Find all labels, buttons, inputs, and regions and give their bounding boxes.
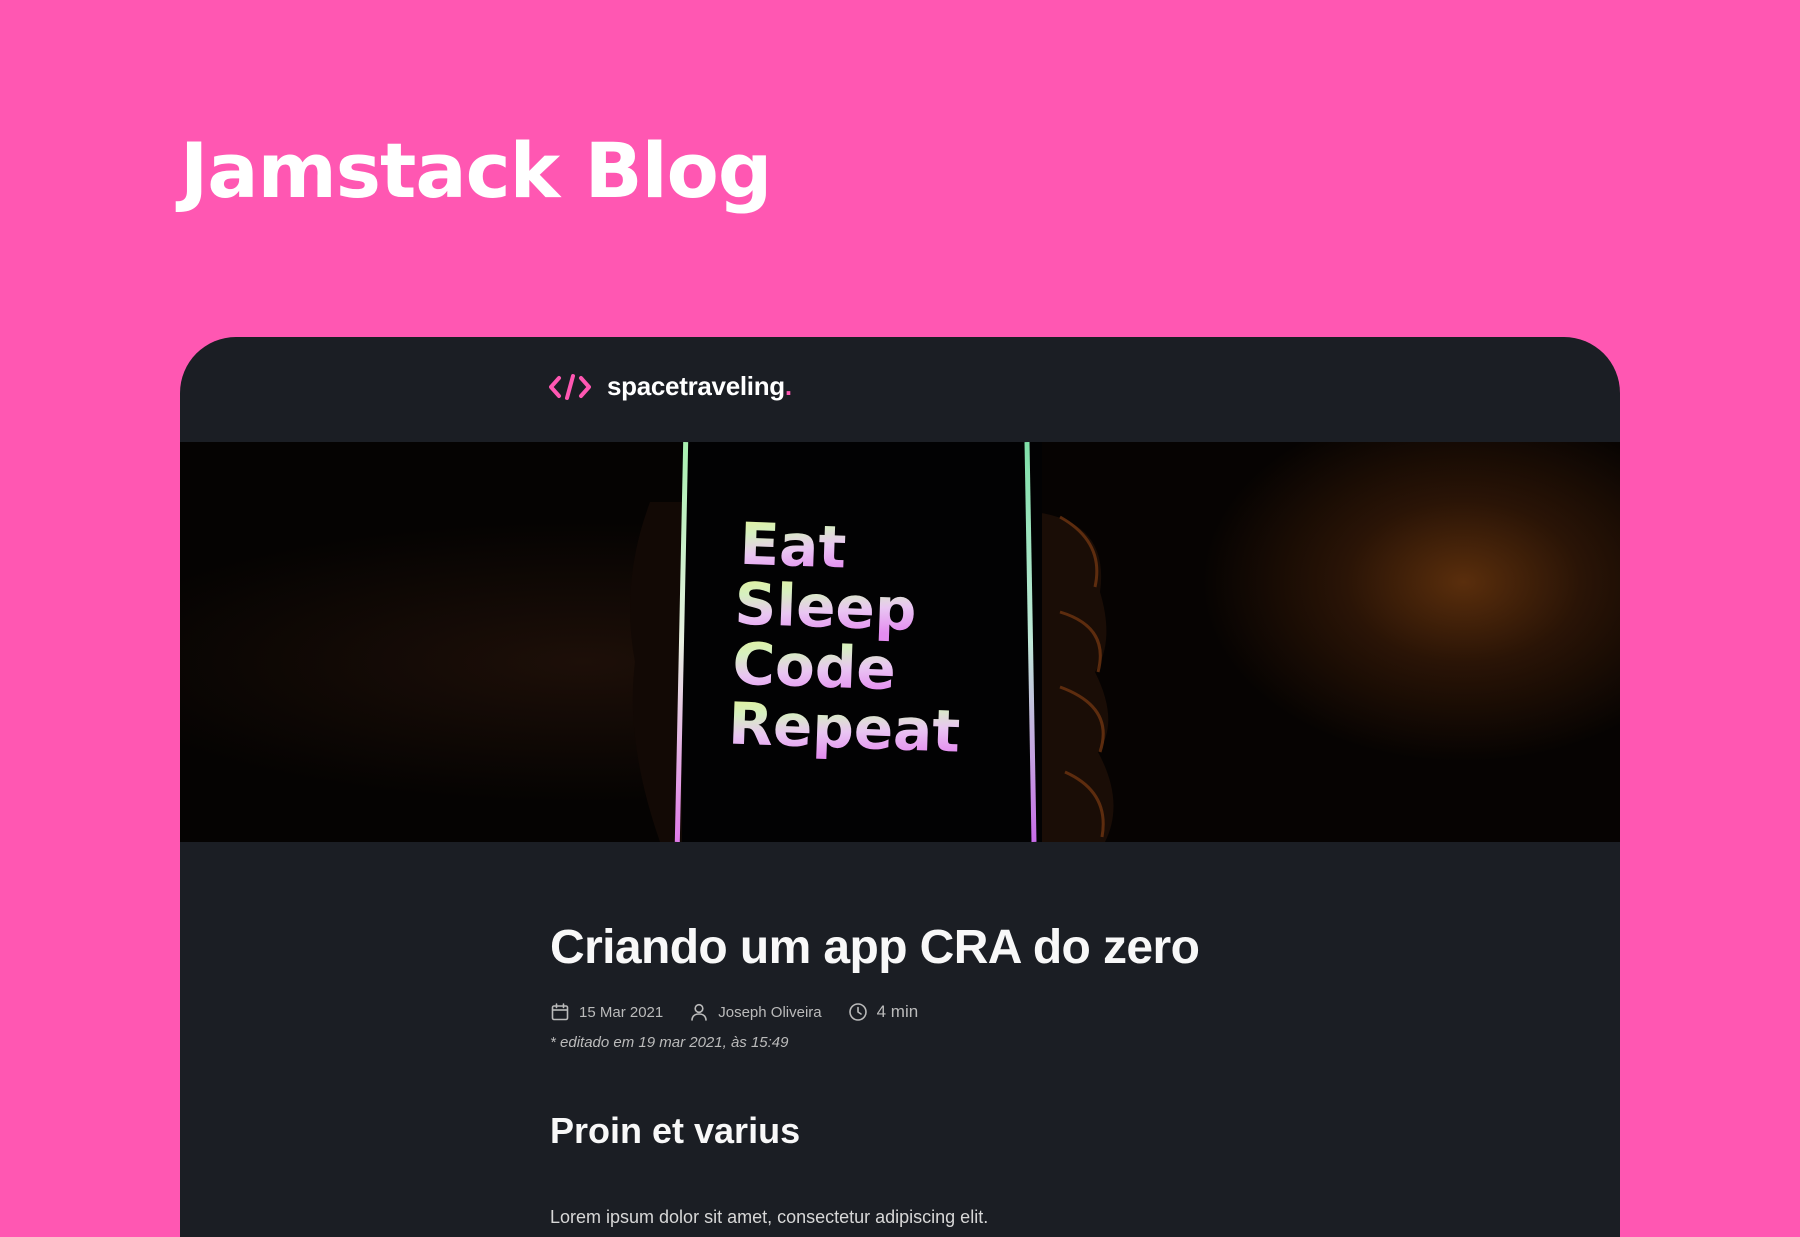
post-paragraph: Lorem ipsum dolor sit amet, consectetur … — [550, 1207, 989, 1227]
site-header: spacetraveling. — [180, 337, 1620, 442]
post-edited-note: * editado em 19 mar 2021, às 15:49 — [550, 1034, 789, 1051]
site-logo-link[interactable]: spacetraveling. — [549, 371, 792, 402]
page-title: Jamstack Blog — [180, 126, 772, 215]
post-section-heading: Proin et varius — [550, 1110, 801, 1151]
post-author-text: Joseph Oliveira — [718, 1003, 822, 1021]
post-reading-time-text: 4 min — [876, 1002, 919, 1021]
post-banner-image: Eat Sleep Code Repeat — [180, 442, 1620, 842]
post-date-text: 15 Mar 2021 — [579, 1003, 664, 1021]
logo-text: spacetraveling — [607, 371, 785, 401]
app-window: spacetraveling. Eat Sleep Code Repeat Cr… — [180, 337, 1620, 1237]
logo-dot: . — [784, 371, 793, 401]
calendar-icon — [551, 1003, 569, 1021]
clock-icon — [848, 1003, 867, 1021]
banner-text-repeat: Repeat — [727, 690, 961, 766]
code-brackets-icon — [549, 373, 591, 400]
post-meta: 15 Mar 2021 Joseph Oliveira 4 min — [550, 1000, 1310, 1024]
post-title: Criando um app CRA do zero — [550, 921, 1200, 974]
post-date: 15 Mar 2021 — [550, 1002, 663, 1022]
post-article: Criando um app CRA do zero 15 Mar 2021 J… — [550, 920, 1310, 1237]
post-author: Joseph Oliveira — [689, 1002, 822, 1022]
user-icon — [691, 1003, 708, 1021]
post-reading-time: 4 min — [848, 1002, 919, 1022]
